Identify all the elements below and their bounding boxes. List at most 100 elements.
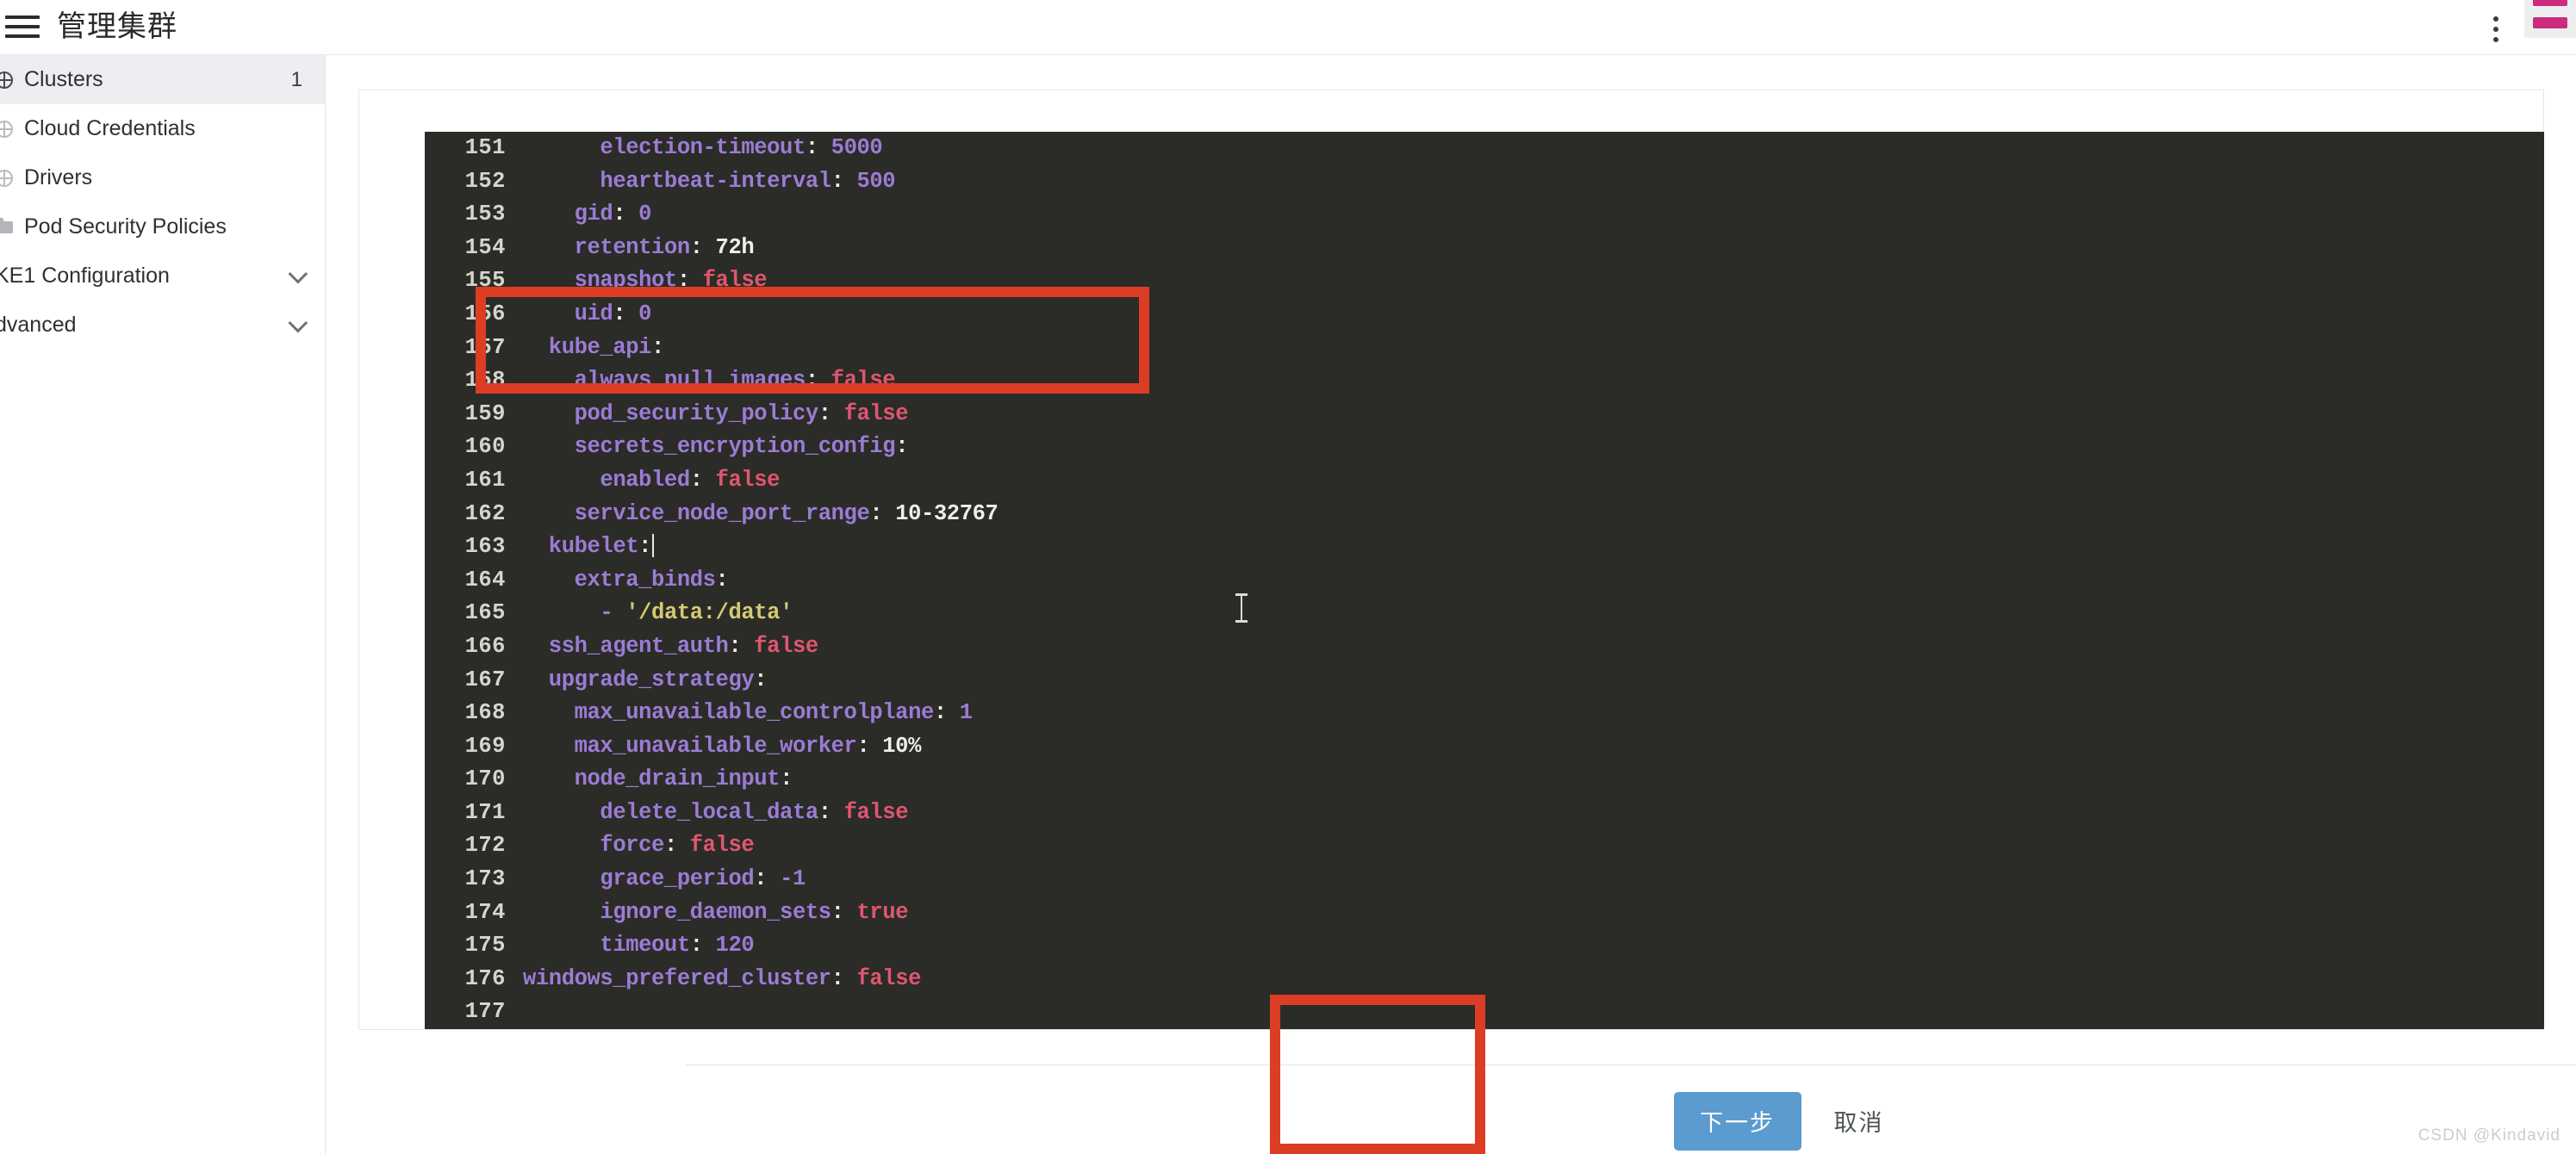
code-line: 171 delete_local_data: false xyxy=(425,797,2544,830)
line-number: 168 xyxy=(464,700,506,726)
code-text: enabled: false xyxy=(523,467,781,493)
sidebar-item-clusters[interactable]: Clusters 1 xyxy=(0,55,325,104)
code-text: gid: 0 xyxy=(523,202,652,227)
code-text: uid: 0 xyxy=(523,301,652,326)
more-vertical-icon[interactable] xyxy=(2480,12,2511,47)
hamburger-bar xyxy=(5,16,40,19)
code-line: 151 election-timeout: 5000 xyxy=(425,132,2544,165)
sidebar-item-pod-security-policies[interactable]: Pod Security Policies xyxy=(0,202,325,251)
code-line: 175 timeout: 120 xyxy=(425,929,2544,963)
code-text: force: false xyxy=(523,833,755,859)
line-number: 151 xyxy=(464,135,506,160)
code-text: election-timeout: 5000 xyxy=(523,135,883,160)
line-number: 155 xyxy=(464,268,506,294)
code-line: 172 force: false xyxy=(425,829,2544,863)
line-number: 160 xyxy=(464,434,506,460)
code-text: delete_local_data: false xyxy=(523,799,909,825)
globe-icon xyxy=(0,169,14,188)
code-line: 155 snapshot: false xyxy=(425,264,2544,298)
line-number: 159 xyxy=(464,400,506,426)
next-button[interactable]: 下一步 xyxy=(1673,1091,1801,1151)
editor-card: 151 election-timeout: 5000 152 heartbeat-… xyxy=(358,90,2544,1030)
yaml-code-editor[interactable]: 151 election-timeout: 5000 152 heartbeat-… xyxy=(425,132,2544,1029)
line-number: 171 xyxy=(464,799,506,825)
code-text: snapshot: false xyxy=(523,268,768,294)
folder-icon xyxy=(0,217,14,237)
brand-logo-icon[interactable] xyxy=(2524,0,2576,38)
sidebar-item-count: 1 xyxy=(290,67,302,91)
code-line: 164 extra_binds: xyxy=(425,564,2544,598)
code-line: 165 - '/data:/data' xyxy=(425,597,2544,630)
sidebar-group-rke1-configuration[interactable]: KE1 Configuration xyxy=(0,251,325,301)
code-line: 159 pod_security_policy: false xyxy=(425,398,2544,431)
code-line: 177 xyxy=(425,996,2544,1029)
code-text: upgrade_strategy: xyxy=(523,667,768,692)
line-number: 154 xyxy=(464,234,506,260)
chevron-down-icon xyxy=(288,313,308,332)
sidebar-group-advanced[interactable]: dvanced xyxy=(0,301,325,350)
code-text: max_unavailable_worker: 10% xyxy=(523,733,922,759)
line-number: 157 xyxy=(464,334,506,360)
code-text: retention: 72h xyxy=(523,234,755,260)
hamburger-bar xyxy=(5,25,40,28)
line-number: 167 xyxy=(464,667,506,692)
code-line: 152 heartbeat-interval: 500 xyxy=(425,165,2544,199)
sidebar-item-label: Pod Security Policies xyxy=(24,214,227,239)
sidebar-item-label: Clusters xyxy=(24,67,103,91)
globe-icon xyxy=(0,71,14,90)
code-line: 163 kubelet: xyxy=(425,530,2544,564)
kebab-dot xyxy=(2493,16,2498,22)
code-line: 166 ssh_agent_auth: false xyxy=(425,630,2544,664)
sidebar-group-label: dvanced xyxy=(0,313,77,337)
code-text: extra_binds: xyxy=(523,567,729,593)
code-line: 169 max_unavailable_worker: 10% xyxy=(425,730,2544,764)
code-line: 161 enabled: false xyxy=(425,464,2544,498)
line-number: 158 xyxy=(464,368,506,394)
code-text: secrets_encryption_config: xyxy=(523,434,909,460)
cancel-button[interactable]: 取消 xyxy=(1834,1104,1884,1138)
code-line: 156 uid: 0 xyxy=(425,298,2544,332)
line-number: 173 xyxy=(464,866,506,892)
watermark: CSDN @Kindavid xyxy=(2417,1126,2560,1145)
code-line: 174 ignore_daemon_sets: true xyxy=(425,897,2544,930)
code-text: service_node_port_range: 10-32767 xyxy=(523,500,999,526)
code-text: timeout: 120 xyxy=(523,933,755,959)
line-number: 153 xyxy=(464,202,506,227)
code-text: kube_api: xyxy=(523,334,665,360)
sidebar-group-label: KE1 Configuration xyxy=(0,264,170,288)
chevron-down-icon xyxy=(288,264,308,283)
line-number: 156 xyxy=(464,301,506,326)
code-text: always_pull_images: false xyxy=(523,368,896,394)
hamburger-icon[interactable] xyxy=(5,10,43,43)
code-text: node_drain_input: xyxy=(523,766,793,792)
top-bar: 管理集群 xyxy=(0,0,2576,55)
code-line: 167 upgrade_strategy: xyxy=(425,664,2544,698)
globe-icon xyxy=(0,120,14,139)
line-number: 170 xyxy=(464,766,506,792)
kebab-dot xyxy=(2493,37,2498,42)
line-number: 175 xyxy=(464,933,506,959)
page-title: 管理集群 xyxy=(57,10,177,43)
code-line: 176 windows_prefered_cluster: false xyxy=(425,963,2544,996)
code-text: heartbeat-interval: 500 xyxy=(523,168,896,194)
line-number: 169 xyxy=(464,733,506,759)
code-line: 170 node_drain_input: xyxy=(425,763,2544,797)
sidebar: Clusters 1 Cloud Credentials Drivers Pod… xyxy=(0,55,326,1154)
line-number: 152 xyxy=(464,168,506,194)
logo-bar xyxy=(2533,17,2567,28)
logo-bar xyxy=(2533,0,2567,6)
line-number: 174 xyxy=(464,899,506,925)
line-number: 166 xyxy=(464,633,506,659)
code-line: 162 service_node_port_range: 10-32767 xyxy=(425,498,2544,531)
code-text: - '/data:/data' xyxy=(523,600,793,626)
sidebar-item-drivers[interactable]: Drivers xyxy=(0,153,325,202)
line-number: 162 xyxy=(464,500,506,526)
code-text: grace_period: -1 xyxy=(523,866,806,892)
code-line: 157 kube_api: xyxy=(425,332,2544,365)
code-line: 153 gid: 0 xyxy=(425,198,2544,232)
line-number: 164 xyxy=(464,567,506,593)
wizard-footer: 下一步 取消 xyxy=(686,1064,2576,1154)
code-text: pod_security_policy: false xyxy=(523,400,909,426)
code-line: 173 grace_period: -1 xyxy=(425,863,2544,897)
sidebar-item-cloud-credentials[interactable]: Cloud Credentials xyxy=(0,104,325,153)
